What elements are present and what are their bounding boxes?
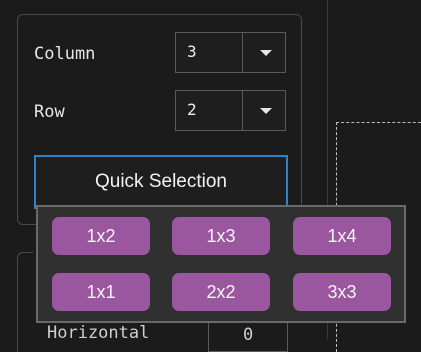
grid-option-2x2[interactable]: 2x2	[172, 273, 270, 311]
alignment-group	[17, 252, 33, 352]
grid-option-1x2[interactable]: 1x2	[52, 217, 150, 255]
quick-selection-button[interactable]: Quick Selection	[34, 155, 288, 209]
column-label: Column	[34, 44, 96, 64]
chevron-down-icon[interactable]	[260, 108, 272, 114]
column-select-value: 3	[187, 42, 197, 61]
column-select[interactable]: 3	[175, 32, 286, 73]
combo-divider	[242, 33, 243, 72]
chevron-down-icon[interactable]	[260, 50, 272, 56]
horizontal-label: Horizontal	[47, 323, 150, 343]
grid-option-3x3[interactable]: 3x3	[293, 273, 391, 311]
quick-selection-popup: 1x2 1x3 1x4 1x1 2x2 3x3	[36, 205, 406, 323]
horizontal-select[interactable]: 0	[208, 322, 288, 352]
horizontal-select-value: 0	[243, 325, 254, 345]
row-select[interactable]: 2	[175, 90, 286, 131]
row-select-value: 2	[187, 100, 197, 119]
grid-option-1x1[interactable]: 1x1	[52, 273, 150, 311]
grid-option-1x4[interactable]: 1x4	[293, 217, 391, 255]
row-label: Row	[34, 102, 65, 122]
grid-option-1x3[interactable]: 1x3	[172, 217, 270, 255]
combo-divider	[242, 91, 243, 130]
